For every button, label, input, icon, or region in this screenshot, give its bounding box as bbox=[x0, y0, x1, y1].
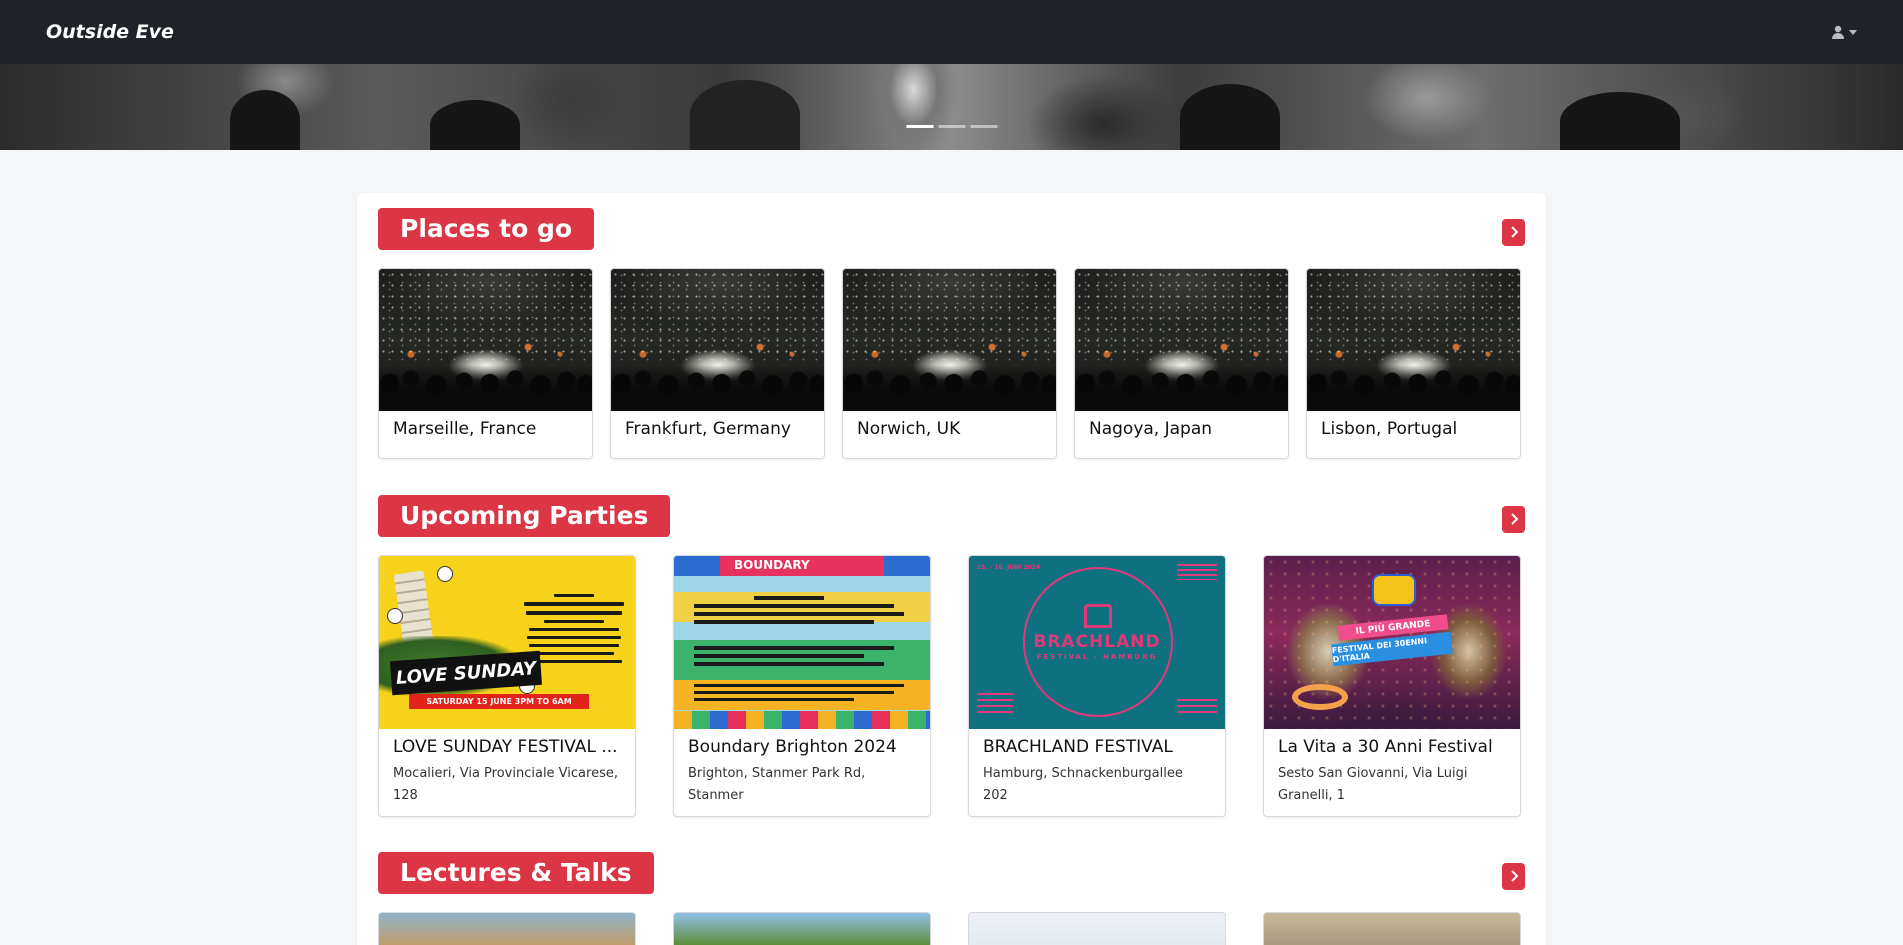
place-card[interactable]: Frankfurt, Germany bbox=[610, 268, 825, 459]
place-card[interactable]: Marseille, France bbox=[378, 268, 593, 459]
event-poster-image: BOUNDARY bbox=[674, 556, 930, 729]
carousel-indicator-3[interactable] bbox=[970, 125, 997, 128]
place-image bbox=[843, 269, 1056, 411]
user-icon bbox=[1831, 25, 1845, 39]
lecture-card[interactable] bbox=[1263, 912, 1521, 945]
hero-carousel bbox=[0, 64, 1903, 150]
event-title: Boundary Brighton 2024 bbox=[688, 737, 897, 757]
event-title: BRACHLAND FESTIVAL bbox=[983, 737, 1173, 757]
event-poster-image: LOVE SUNDAY SATURDAY 15 JUNE 3PM TO 6AM bbox=[379, 556, 635, 729]
parties-section: Upcoming Parties LOVE SUNDAY SATURDAY 15… bbox=[378, 495, 1525, 825]
place-name: Lisbon, Portugal bbox=[1321, 419, 1458, 439]
crowd-silhouette bbox=[1180, 84, 1280, 150]
place-name: Frankfurt, Germany bbox=[625, 419, 791, 439]
carousel-indicator-1[interactable] bbox=[906, 125, 933, 128]
content-panel: Places to go Marseille, France Frankfurt… bbox=[357, 193, 1546, 945]
carousel-indicators bbox=[906, 125, 997, 128]
place-image bbox=[1075, 269, 1288, 411]
place-name: Marseille, France bbox=[393, 419, 537, 439]
event-poster-image: IL PIÙ GRANDE FESTIVAL DEI 30ENNI D'ITAL… bbox=[1264, 556, 1520, 729]
place-image bbox=[611, 269, 824, 411]
lecture-card[interactable] bbox=[673, 912, 931, 945]
parties-next-button[interactable] bbox=[1502, 506, 1525, 533]
event-title: LOVE SUNDAY FESTIVAL ... bbox=[393, 737, 618, 757]
event-card[interactable]: LOVE SUNDAY SATURDAY 15 JUNE 3PM TO 6AM … bbox=[378, 555, 636, 817]
event-address: Mocalieri, Via Provinciale Vicarese, 128 bbox=[393, 766, 618, 803]
places-next-button[interactable] bbox=[1502, 219, 1525, 246]
event-card[interactable]: IL PIÙ GRANDE FESTIVAL DEI 30ENNI D'ITAL… bbox=[1263, 555, 1521, 817]
place-image bbox=[379, 269, 592, 411]
poster-subtitle: FESTIVAL · HAMBURG bbox=[1036, 653, 1158, 661]
poster-header: BOUNDARY bbox=[734, 558, 810, 572]
event-address: Sesto San Giovanni, Via Luigi Granelli, … bbox=[1278, 766, 1468, 803]
brand-logo[interactable]: Outside Eve bbox=[46, 21, 174, 43]
lectures-next-button[interactable] bbox=[1502, 863, 1525, 890]
place-card[interactable]: Norwich, UK bbox=[842, 268, 1057, 459]
event-card[interactable]: BRACHLAND FESTIVAL · HAMBURG 15. - 16. J… bbox=[968, 555, 1226, 817]
places-section-title: Places to go bbox=[378, 208, 595, 250]
poster-date: 15. - 16. JUNI 2024 bbox=[977, 564, 1041, 571]
carousel-indicator-2[interactable] bbox=[938, 125, 965, 128]
top-navbar: Outside Eve bbox=[0, 0, 1903, 64]
place-card[interactable]: Lisbon, Portugal bbox=[1306, 268, 1521, 459]
place-name: Norwich, UK bbox=[857, 419, 961, 439]
lectures-section: Lectures & Talks bbox=[378, 852, 1525, 945]
crowd-silhouette bbox=[430, 100, 520, 150]
event-title: La Vita a 30 Anni Festival bbox=[1278, 737, 1493, 757]
crowd-silhouette bbox=[690, 80, 800, 150]
user-menu-dropdown[interactable] bbox=[1831, 25, 1857, 39]
chevron-right-icon bbox=[1509, 510, 1519, 529]
chevron-right-icon bbox=[1509, 223, 1519, 242]
event-address: Brighton, Stanmer Park Rd, Stanmer bbox=[688, 766, 866, 803]
parties-section-title: Upcoming Parties bbox=[378, 495, 671, 537]
event-poster-image: BRACHLAND FESTIVAL · HAMBURG 15. - 16. J… bbox=[969, 556, 1225, 729]
caret-down-icon bbox=[1849, 29, 1857, 35]
poster-date: SATURDAY 15 JUNE 3PM TO 6AM bbox=[409, 694, 589, 709]
crowd-silhouette bbox=[230, 90, 300, 150]
place-card[interactable]: Nagoya, Japan bbox=[1074, 268, 1289, 459]
lectures-section-title: Lectures & Talks bbox=[378, 852, 654, 894]
poster-wordmark: BRACHLAND bbox=[1033, 632, 1161, 652]
place-name: Nagoya, Japan bbox=[1089, 419, 1213, 439]
lecture-card[interactable] bbox=[968, 912, 1226, 945]
lecture-card[interactable] bbox=[378, 912, 636, 945]
crowd-silhouette bbox=[1560, 92, 1680, 150]
places-section: Places to go Marseille, France Frankfurt… bbox=[378, 208, 1525, 468]
place-image bbox=[1307, 269, 1520, 411]
event-card[interactable]: BOUNDARY Boundary Brighton 2024 Brighton… bbox=[673, 555, 931, 817]
chevron-right-icon bbox=[1509, 867, 1519, 886]
event-address: Hamburg, Schnackenburgallee 202 bbox=[983, 766, 1183, 803]
